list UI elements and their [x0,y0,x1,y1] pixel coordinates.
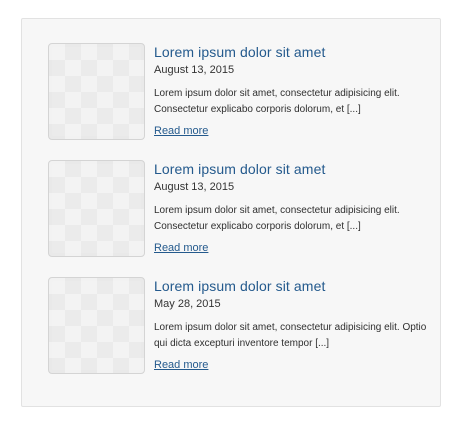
post-content: Lorem ipsum dolor sit amet August 13, 20… [154,43,438,139]
recent-posts-panel: Lorem ipsum dolor sit amet August 13, 20… [21,18,441,407]
post-date: August 13, 2015 [154,64,235,76]
post-content: Lorem ipsum dolor sit amet August 13, 20… [154,160,438,256]
post-thumbnail[interactable] [48,160,145,257]
read-more-link[interactable]: Read more [154,358,208,372]
thumbnail-placeholder-image [52,164,141,253]
post-title-link[interactable]: Lorem ipsum dolor sit amet [154,43,438,61]
post-title-link[interactable]: Lorem ipsum dolor sit amet [154,277,438,295]
post-thumbnail[interactable] [48,277,145,374]
post-excerpt: Lorem ipsum dolor sit amet, consectetur … [154,205,400,232]
post-excerpt: Lorem ipsum dolor sit amet, consectetur … [154,322,427,349]
read-more-link[interactable]: Read more [154,124,208,138]
post-date: August 13, 2015 [154,181,235,193]
post-date: May 28, 2015 [154,298,221,310]
post-item: Lorem ipsum dolor sit amet August 13, 20… [48,43,438,142]
post-item: Lorem ipsum dolor sit amet August 13, 20… [48,160,438,259]
post-title-link[interactable]: Lorem ipsum dolor sit amet [154,160,438,178]
thumbnail-placeholder-image [52,47,141,136]
post-thumbnail[interactable] [48,43,145,140]
post-content: Lorem ipsum dolor sit amet May 28, 2015 … [154,277,438,373]
post-item: Lorem ipsum dolor sit amet May 28, 2015 … [48,277,438,376]
read-more-link[interactable]: Read more [154,241,208,255]
post-excerpt: Lorem ipsum dolor sit amet, consectetur … [154,88,400,115]
thumbnail-placeholder-image [52,281,141,370]
